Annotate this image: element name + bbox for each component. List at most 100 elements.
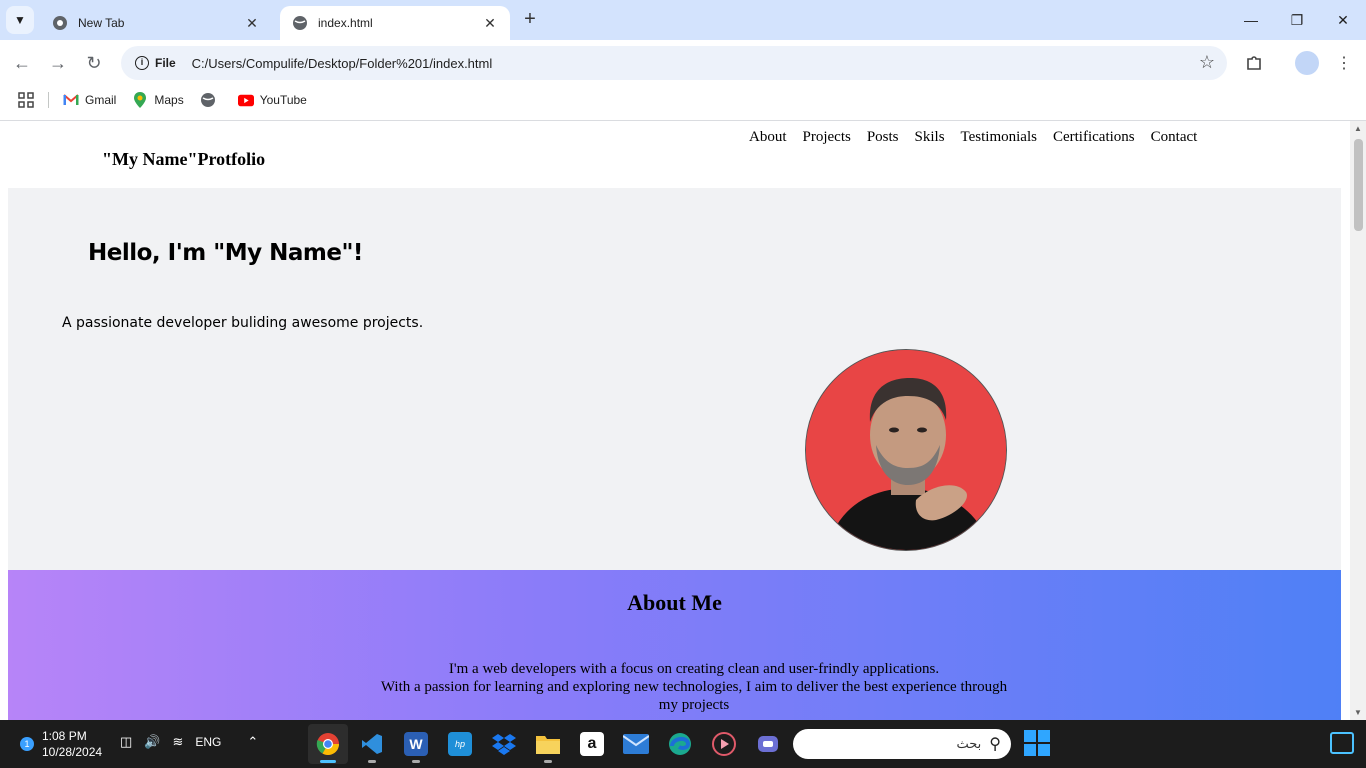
new-tab-button[interactable]: + [518,8,542,32]
battery-icon[interactable]: ◫ [120,734,132,750]
chrome-app[interactable] [308,724,348,764]
bookmark-label: YouTube [259,93,307,107]
windows-logo-tile [1024,744,1036,756]
bookmarks-bar: Gmail Maps YouTube [0,86,1366,114]
scroll-thumb[interactable] [1354,139,1363,231]
bookmark-globe[interactable] [200,92,222,108]
running-indicator [544,760,552,763]
window-controls: — ❐ ✕ [1228,0,1366,40]
taskbar-apps: W hp a [308,724,788,764]
tab-index-html[interactable]: index.html ✕ [280,6,510,40]
restore-icon[interactable]: ❐ [1274,0,1320,40]
running-indicator [368,760,376,763]
tab-title: New Tab [78,16,125,30]
page-viewport: "My Name"Protfolio About Projects Posts … [0,121,1350,720]
site-chip-label: File [155,56,176,70]
wifi-icon[interactable]: ≋ [172,734,183,750]
apps-grid-icon[interactable] [18,92,34,108]
search-icon: ⚲ [989,736,1001,753]
windows-logo-tile [1038,744,1050,756]
myhp-app[interactable]: hp [440,724,480,764]
menu-icon[interactable]: ⋮ [1330,49,1358,77]
show-desktop-icon[interactable] [1330,732,1354,754]
youtube-icon [237,92,254,108]
hero-tagline: A passionate developer buliding awesome … [62,315,424,331]
bookmark-maps[interactable]: Maps [132,92,184,108]
amazon-app[interactable]: a [572,724,612,764]
info-icon: i [135,56,149,70]
taskbar-search[interactable]: بحث ⚲ [793,729,1011,759]
notification-badge[interactable]: 1 [20,737,34,751]
site-header: "My Name"Protfolio About Projects Posts … [8,121,1341,188]
media-player-app[interactable] [704,724,744,764]
profile-avatar[interactable] [1293,49,1321,77]
profile-photo [805,349,1007,551]
back-icon[interactable]: ← [8,49,36,77]
language-indicator[interactable]: ENG [195,735,221,749]
nav-link-certifications[interactable]: Certifications [1053,129,1135,146]
volume-icon[interactable]: 🔊 [144,734,160,750]
reload-icon[interactable]: ↻ [80,49,108,77]
minimize-icon[interactable]: — [1228,0,1274,40]
about-section: About Me I'm a web developers with a foc… [8,570,1341,720]
about-line-2: With a passion for learning and explorin… [380,679,1008,713]
bookmark-label: Maps [154,93,184,107]
tab-search-button[interactable]: ▼ [6,6,34,34]
vscode-app[interactable] [352,724,392,764]
taskbar: 1 1:08 PM 10/28/2024 ◫ 🔊 ≋ ENG ⌃ W hp a … [0,720,1366,768]
scroll-up-icon[interactable]: ▲ [1353,124,1363,133]
bookmark-label: Gmail [85,93,117,107]
bookmark-divider [48,92,49,108]
file-explorer-app[interactable] [528,724,568,764]
tab-strip: ▼ New Tab ✕ index.html ✕ + — ❐ ✕ [0,0,1366,40]
close-icon[interactable]: ✕ [244,15,260,31]
star-icon[interactable]: ☆ [1199,52,1215,73]
windows-logo-tile [1038,730,1050,742]
running-indicator [412,760,420,763]
clock-date: 10/28/2024 [42,745,103,759]
page-scrollbar[interactable]: ▲ ▼ [1350,121,1366,720]
bookmark-youtube[interactable]: YouTube [237,92,307,108]
bookmark-gmail[interactable]: Gmail [63,92,116,108]
edge-app[interactable] [660,724,700,764]
hero-heading: Hello, I'm "My Name"! [88,240,363,266]
site-nav: About Projects Posts Skils Testimonials … [749,129,1197,146]
site-logo: "My Name"Protfolio [102,149,266,169]
profile-icon [1295,51,1319,75]
close-icon[interactable]: ✕ [482,15,498,31]
gmail-icon [63,92,79,108]
tab-title: index.html [318,16,373,30]
start-button[interactable] [1024,730,1050,756]
word-app[interactable]: W [396,724,436,764]
address-bar[interactable]: i File C:/Users/Compulife/Desktop/Folder… [121,46,1227,80]
mail-app[interactable] [616,724,656,764]
about-line-1: I'm a web developers with a focus on cre… [448,661,940,677]
close-window-icon[interactable]: ✕ [1320,0,1366,40]
about-text: I'm a web developers with a focus on cre… [378,660,1010,714]
tab-new-tab[interactable]: New Tab ✕ [40,6,272,40]
globe-icon [200,92,216,108]
clock-area[interactable]: 1 1:08 PM 10/28/2024 [20,728,102,760]
forward-icon[interactable]: → [44,49,72,77]
maps-icon [132,92,148,108]
url-text[interactable]: C:/Users/Compulife/Desktop/Folder%201/in… [192,56,493,71]
about-title: About Me [627,590,722,615]
clock-time: 1:08 PM [42,729,87,743]
running-indicator [320,760,336,763]
search-placeholder: بحث [956,736,982,751]
site-info-chip[interactable]: i File [127,50,184,76]
teams-app[interactable] [748,724,788,764]
dropbox-app[interactable] [484,724,524,764]
nav-link-skills[interactable]: Skils [915,129,945,146]
chevron-up-icon[interactable]: ⌃ [247,734,258,750]
nav-link-projects[interactable]: Projects [803,129,851,146]
nav-link-contact[interactable]: Contact [1151,129,1198,146]
scroll-down-icon[interactable]: ▼ [1353,708,1363,717]
nav-link-about[interactable]: About [749,129,787,146]
system-tray: ◫ 🔊 ≋ ENG ⌃ [120,734,258,750]
extensions-icon[interactable] [1240,49,1268,77]
nav-link-testimonials[interactable]: Testimonials [961,129,1037,146]
nav-link-posts[interactable]: Posts [867,129,899,146]
windows-logo-tile [1024,730,1036,742]
browser-toolbar: ← → ↻ i File C:/Users/Compulife/Desktop/… [0,40,1366,86]
